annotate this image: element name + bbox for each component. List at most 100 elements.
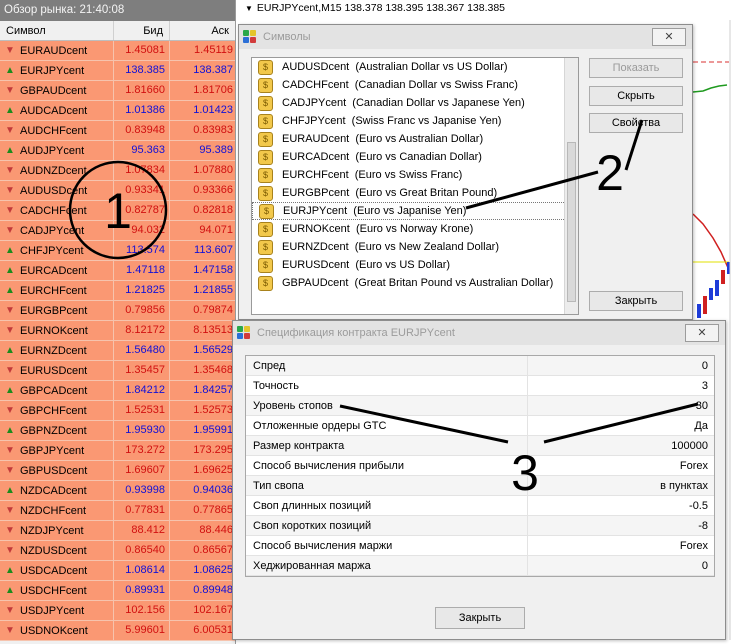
bid-cell: 0.82787 — [114, 201, 170, 220]
hide-button[interactable]: Скрыть — [589, 86, 683, 106]
symbol-name: EURNZDcent — [20, 344, 87, 357]
arrow-up-icon: ▲ — [5, 65, 15, 76]
table-row[interactable]: ▲ GBPNZDcent 1.95930 1.95991 — [0, 421, 235, 441]
table-row[interactable]: ▲ EURNZDcent 1.56480 1.56529 — [0, 341, 235, 361]
list-item[interactable]: $ CHFJPYcent (Swiss Franc vs Japanise Yen… — [252, 112, 578, 130]
symbol-name: AUDUSDcent — [20, 184, 88, 197]
table-row[interactable]: ▼ GBPCHFcent 1.52531 1.52573 — [0, 401, 235, 421]
bid-cell: 94.032 — [114, 221, 170, 240]
properties-button[interactable]: Свойства — [589, 113, 683, 133]
ask-cell: 94.071 — [199, 224, 233, 236]
ask-cell: 1.45119 — [194, 44, 233, 56]
table-row: Способ вычисления маржи Forex — [246, 536, 714, 556]
table-row[interactable]: ▲ EURCHFcent 1.21825 1.21855 — [0, 281, 235, 301]
show-button[interactable]: Показать — [589, 58, 683, 78]
table-row[interactable]: ▲ USDCADcent 1.08614 1.08625 — [0, 561, 235, 581]
app-icon — [237, 326, 251, 340]
table-row[interactable]: ▲ USDCHFcent 0.89931 0.89948 — [0, 581, 235, 601]
table-row[interactable]: ▼ EURAUDcent 1.45081 1.45119 — [0, 41, 235, 61]
table-row[interactable]: ▼ EURGBPcent 0.79856 0.79874 — [0, 301, 235, 321]
table-row[interactable]: ▼ GBPAUDcent 1.81660 1.81706 — [0, 81, 235, 101]
bid-cell: 1.52531 — [114, 401, 170, 420]
table-row[interactable]: ▲ EURJPYcent 138.385 138.387 — [0, 61, 235, 81]
list-item[interactable]: $ AUDUSDcent (Australian Dollar vs US Dol… — [252, 58, 578, 76]
symbol-name: CADJPYcent — [20, 224, 85, 237]
symbols-dialog-titlebar: Символы — [239, 25, 692, 49]
table-row[interactable]: ▼ USDJPYcent 102.156 102.167 — [0, 601, 235, 621]
list-item[interactable]: $ EURUSDcent (Euro vs US Dollar) — [252, 256, 578, 274]
column-ask[interactable]: Аск — [170, 21, 235, 40]
table-row[interactable]: ▲ GBPCADcent 1.84212 1.84257 — [0, 381, 235, 401]
arrow-down-icon: ▼ — [5, 545, 15, 556]
list-item[interactable]: $ EURGBPcent (Euro vs Great Britan Pound) — [252, 184, 578, 202]
table-row[interactable]: ▼ NZDUSDcent 0.86540 0.86567 — [0, 541, 235, 561]
list-item[interactable]: $ EURAUDcent (Euro vs Australian Dollar) — [252, 130, 578, 148]
symbol-cell: ▼ GBPJPYcent — [0, 441, 114, 460]
symbols-dialog: Символы ✕ $ AUDUSDcent (Australian Dollar… — [238, 24, 693, 320]
symbol-name: NZDJPYcent — [20, 524, 84, 537]
ask-cell: 0.94036 — [193, 484, 233, 496]
column-bid[interactable]: Бид — [114, 21, 170, 40]
bid-cell: 0.86540 — [114, 541, 170, 560]
bid-cell: 1.08614 — [114, 561, 170, 580]
symbols-scrollbar[interactable] — [564, 58, 578, 314]
table-row[interactable]: ▲ CHFJPYcent 113.574 113.607 — [0, 241, 235, 261]
symbol-description: EURAUDcent (Euro vs Australian Dollar) — [282, 133, 484, 145]
close-icon[interactable]: ✕ — [685, 324, 719, 342]
table-row[interactable]: ▼ GBPJPYcent 173.272 173.295 — [0, 441, 235, 461]
table-row[interactable]: ▼ NZDCHFcent 0.77831 0.77865 — [0, 501, 235, 521]
bid-cell: 0.83948 — [114, 121, 170, 140]
coin-icon: $ — [258, 77, 273, 93]
table-row[interactable]: ▼ EURNOKcent 8.12172 8.13513 — [0, 321, 235, 341]
table-row[interactable]: ▼ NZDJPYcent 88.412 88.446 — [0, 521, 235, 541]
list-item[interactable]: $ EURCHFcent (Euro vs Swiss Franc) — [252, 166, 578, 184]
arrow-up-icon: ▲ — [5, 145, 15, 156]
table-row[interactable]: ▼ CADJPYcent 94.032 94.071 — [0, 221, 235, 241]
scrollbar-thumb[interactable] — [567, 142, 576, 302]
table-row[interactable]: ▲ AUDCADcent 1.01386 1.01423 — [0, 101, 235, 121]
list-item[interactable]: $ EURNZDcent (Euro vs New Zealand Dollar) — [252, 238, 578, 256]
table-row[interactable]: ▼ GBPUSDcent 1.69607 1.69625 — [0, 461, 235, 481]
spec-value: Forex — [679, 460, 708, 472]
symbols-close-button[interactable]: Закрыть — [589, 291, 683, 311]
bid-cell: 1.01386 — [114, 101, 170, 120]
arrow-up-icon: ▲ — [5, 565, 15, 576]
list-item[interactable]: $ CADCHFcent (Canadian Dollar vs Swiss Fr… — [252, 76, 578, 94]
symbol-description: CADCHFcent (Canadian Dollar vs Swiss Fra… — [282, 79, 518, 91]
ask-cell: 0.77865 — [193, 504, 233, 516]
symbol-description: EURNZDcent (Euro vs New Zealand Dollar) — [282, 241, 500, 253]
symbol-cell: ▲ AUDCADcent — [0, 101, 114, 120]
table-row[interactable]: ▼ EURUSDcent 1.35457 1.35468 — [0, 361, 235, 381]
coin-icon: $ — [258, 95, 273, 111]
arrow-down-icon: ▼ — [5, 205, 15, 216]
table-row[interactable]: ▼ CADCHFcent 0.82787 0.82818 — [0, 201, 235, 221]
table-row[interactable]: ▼ AUDNZDcent 1.07834 1.07880 — [0, 161, 235, 181]
list-item[interactable]: $ CADJPYcent (Canadian Dollar vs Japanese… — [252, 94, 578, 112]
list-item[interactable]: $ GBPAUDcent (Great Britan Pound vs Austr… — [252, 274, 578, 292]
table-row[interactable]: ▲ EURCADcent 1.47118 1.47158 — [0, 261, 235, 281]
list-item[interactable]: $ EURNOKcent (Euro vs Norway Krone) — [252, 220, 578, 238]
symbol-cell: ▼ CADJPYcent — [0, 221, 114, 240]
column-symbol[interactable]: Символ — [0, 21, 114, 40]
coin-icon: $ — [258, 113, 273, 129]
spec-dialog: Спецификация контракта EURJPYcent ✕ Спре… — [232, 320, 726, 640]
arrow-down-icon: ▼ — [5, 325, 15, 336]
symbol-cell: ▼ AUDNZDcent — [0, 161, 114, 180]
close-icon[interactable]: ✕ — [652, 28, 686, 46]
coin-icon: $ — [258, 167, 273, 183]
spec-value: Да — [694, 420, 708, 432]
symbol-name: AUDCADcent — [20, 104, 88, 117]
table-row[interactable]: ▼ AUDCHFcent 0.83948 0.83983 — [0, 121, 235, 141]
symbol-name: USDJPYcent — [20, 604, 85, 617]
table-row: Спред 0 — [246, 356, 714, 376]
list-item[interactable]: $ EURCADcent (Euro vs Canadian Dollar) — [252, 148, 578, 166]
list-item[interactable]: $ EURJPYcent (Euro vs Japanise Yen) — [252, 202, 578, 220]
table-row[interactable]: ▼ USDNOKcent 5.99601 6.00531 — [0, 621, 235, 641]
ask-cell: 0.79874 — [193, 304, 233, 316]
bid-cell: 0.79856 — [114, 301, 170, 320]
table-row[interactable]: ▲ AUDJPYcent 95.363 95.389 — [0, 141, 235, 161]
spec-close-button[interactable]: Закрыть — [435, 607, 525, 629]
table-row[interactable]: ▼ AUDUSDcent 0.93341 0.93366 — [0, 181, 235, 201]
arrow-up-icon: ▲ — [5, 245, 15, 256]
table-row[interactable]: ▲ NZDCADcent 0.93998 0.94036 — [0, 481, 235, 501]
